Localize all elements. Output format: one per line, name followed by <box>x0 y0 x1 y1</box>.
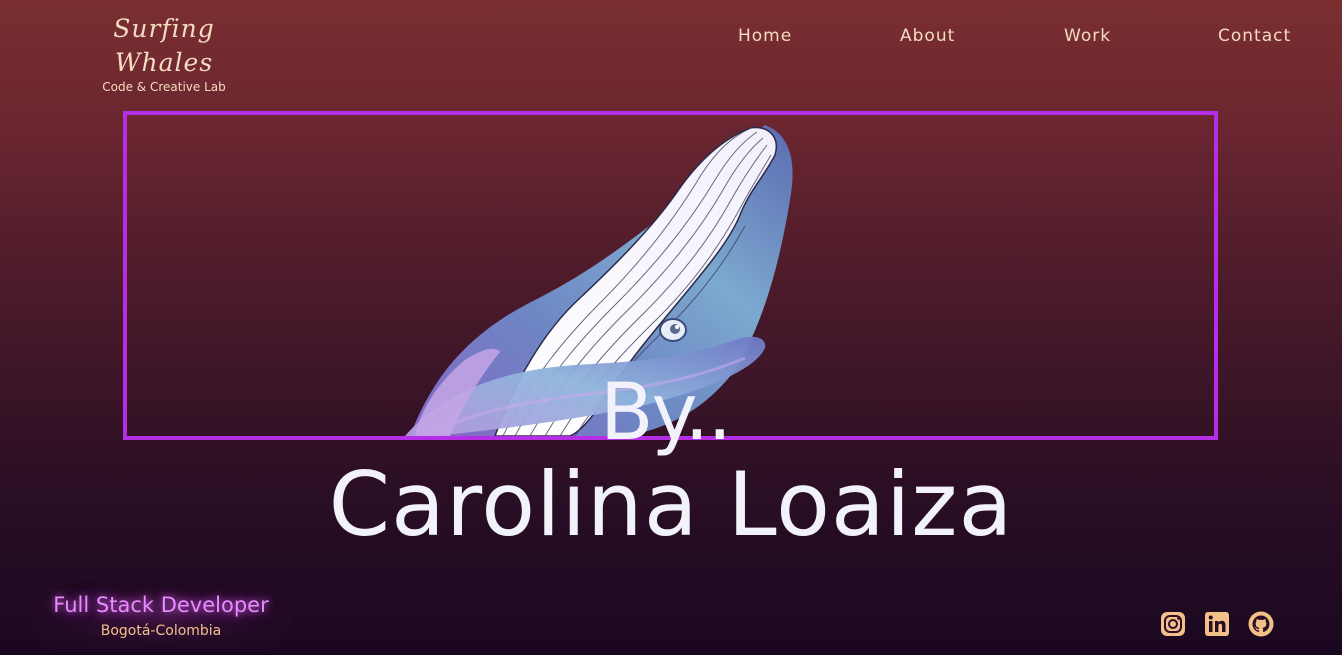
brand-title: Surfing Whales <box>113 14 215 77</box>
nav-work-link[interactable]: Work <box>1064 26 1111 46</box>
nav-contact-link[interactable]: Contact <box>1218 26 1291 46</box>
nav-about-link[interactable]: About <box>900 26 955 46</box>
role-badge: Full Stack Developer Bogotá-Colombia <box>30 585 292 649</box>
hero-name: Carolina Loaiza <box>328 453 1014 556</box>
hero-by-text: By.. <box>600 368 732 458</box>
linkedin-icon[interactable] <box>1204 611 1230 637</box>
role-location: Bogotá-Colombia <box>100 623 222 639</box>
nav-home-link[interactable]: Home <box>738 26 792 46</box>
instagram-icon[interactable] <box>1160 611 1186 637</box>
brand-logo[interactable]: Surfing Whales Code & Creative Lab <box>64 12 264 94</box>
brand-subtitle: Code & Creative Lab <box>102 80 226 94</box>
role-title: Full Stack Developer <box>53 593 269 617</box>
social-links <box>1160 611 1280 639</box>
github-icon[interactable] <box>1248 611 1274 637</box>
